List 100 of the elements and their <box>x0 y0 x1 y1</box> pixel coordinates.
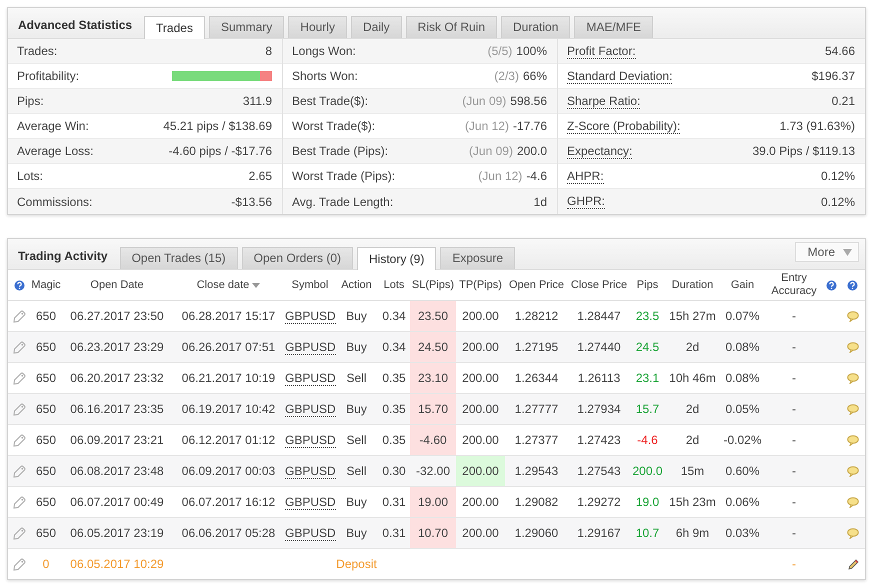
comment-icon[interactable] <box>846 342 858 354</box>
stat-note: (Jun 12) <box>464 119 509 133</box>
stat-label[interactable]: GHPR: <box>567 194 606 209</box>
tab[interactable]: Open Trades (15) <box>120 247 238 269</box>
more-button[interactable]: More <box>794 242 859 262</box>
table-cell: 06.19.2017 10:42 <box>182 402 276 416</box>
symbol-link[interactable]: GBPUSD <box>285 433 336 448</box>
column-header[interactable]: Gain <box>730 278 754 292</box>
column-header[interactable]: Symbol <box>292 278 328 292</box>
column-header[interactable]: Open Price <box>508 278 564 292</box>
tag-icon[interactable] <box>12 310 26 324</box>
table-cell: Sell <box>346 433 366 447</box>
help-icon[interactable] <box>847 280 858 291</box>
tab[interactable]: History (9) <box>357 247 436 270</box>
table-cell: Buy <box>346 309 367 323</box>
tag-icon[interactable] <box>12 434 26 448</box>
stat-label: Lots: <box>17 169 44 183</box>
stat-note: (5/5) <box>488 44 512 58</box>
symbol-link[interactable]: GBPUSD <box>285 495 336 510</box>
column-header[interactable]: Magic <box>31 278 61 292</box>
tag-icon[interactable] <box>12 341 26 354</box>
comment-icon[interactable] <box>846 373 858 384</box>
table-cell: Buy <box>346 402 367 416</box>
tab[interactable]: MAE/MFE <box>574 16 654 38</box>
tab[interactable]: Risk Of Ruin <box>406 16 498 38</box>
help-icon[interactable] <box>826 280 837 291</box>
table-cell: 200.00 <box>456 394 505 424</box>
stat-value: 100% <box>516 44 547 58</box>
table-cell: 0.08% <box>725 340 760 354</box>
tag-icon[interactable] <box>12 372 26 386</box>
stat-label[interactable]: Profit Factor: <box>567 44 636 58</box>
table-cell: 06.26.2017 07:51 <box>182 340 276 354</box>
column-header[interactable]: TP(Pips) <box>459 278 502 292</box>
table-cell: 650 <box>36 464 56 478</box>
tab[interactable]: Trades <box>144 16 205 39</box>
sort-arrow-icon <box>252 282 260 288</box>
tag-icon[interactable] <box>12 496 26 510</box>
tag-icon[interactable] <box>12 465 26 478</box>
table-cell: Buy <box>346 340 367 354</box>
table-cell: 1.26113 <box>578 371 620 385</box>
column-header[interactable]: SL(Pips) <box>412 278 454 292</box>
stat-label[interactable]: Sharpe Ratio: <box>567 94 640 108</box>
column-header[interactable]: Close Price <box>570 278 628 292</box>
column-header[interactable]: Pips <box>636 278 658 292</box>
table-cell: 10.7 <box>636 526 660 540</box>
tab[interactable]: Open Orders (0) <box>242 247 354 269</box>
tag-icon[interactable] <box>12 403 26 416</box>
stat-value: 1.73 (91.63%) <box>780 119 855 133</box>
column-header[interactable]: Action <box>341 278 372 292</box>
symbol-link[interactable]: GBPUSD <box>285 371 336 386</box>
tag-icon[interactable] <box>12 527 26 540</box>
tab[interactable]: Exposure <box>440 247 516 269</box>
table-cell: 0.06% <box>725 495 760 509</box>
table-cell: 24.5 <box>636 340 660 354</box>
table-cell: 200.00 <box>456 332 505 362</box>
comment-icon[interactable] <box>846 466 858 478</box>
table-cell: 0 <box>42 557 50 571</box>
stat-label[interactable]: Z-Score (Probability): <box>567 118 680 134</box>
stat-value: 39.0 Pips / $119.13 <box>752 144 855 158</box>
table-cell: 10h 46m <box>669 371 716 385</box>
column-header[interactable]: Lots <box>384 278 404 292</box>
symbol-link[interactable]: GBPUSD <box>285 309 336 324</box>
stat-value: 66% <box>522 69 547 83</box>
tab[interactable]: Hourly <box>288 16 347 38</box>
table-cell: 650 <box>36 526 56 540</box>
table-cell: - <box>792 495 796 509</box>
table-cell: 1.29543 <box>514 464 558 478</box>
table-cell: 06.05.2017 10:29 <box>70 557 164 571</box>
table-cell: - <box>792 402 796 416</box>
table-cell: 06.07.2017 16:12 <box>182 495 276 509</box>
table-cell: 200.00 <box>456 518 505 548</box>
comment-icon[interactable] <box>846 497 858 508</box>
comment-icon[interactable] <box>846 528 858 540</box>
comment-icon[interactable] <box>846 404 858 416</box>
comment-icon[interactable] <box>846 311 858 322</box>
stat-value: 200.0 <box>516 144 547 158</box>
table-cell: 1.29272 <box>577 495 621 509</box>
tag-icon[interactable] <box>12 558 26 572</box>
help-icon[interactable] <box>14 280 24 291</box>
column-header[interactable]: Close date <box>196 278 260 292</box>
column-header[interactable]: Entry Accuracy <box>765 272 823 298</box>
table-cell: -32.00 <box>410 456 456 486</box>
stat-label[interactable]: AHPR: <box>567 168 604 184</box>
stat-value: 2.65 <box>248 169 272 183</box>
column-header[interactable]: Open Date <box>90 278 144 292</box>
comment-icon[interactable] <box>846 435 858 446</box>
table-cell: 1.27195 <box>514 340 558 354</box>
table-cell: 23.50 <box>410 300 456 332</box>
pencil-icon[interactable] <box>846 558 858 571</box>
table-cell: 1.29082 <box>514 495 558 509</box>
tab[interactable]: Duration <box>501 16 570 38</box>
stat-label[interactable]: Expectancy: <box>567 144 632 158</box>
table-cell: - <box>792 371 796 385</box>
stat-value: 0.12% <box>820 169 855 183</box>
table-cell: 24.50 <box>410 332 456 362</box>
stat-label: Trades: <box>17 44 58 58</box>
tab[interactable]: Summary <box>208 16 284 38</box>
column-header[interactable]: Duration <box>672 278 714 292</box>
stat-label[interactable]: Standard Deviation: <box>567 68 672 84</box>
tab[interactable]: Daily <box>350 16 402 38</box>
